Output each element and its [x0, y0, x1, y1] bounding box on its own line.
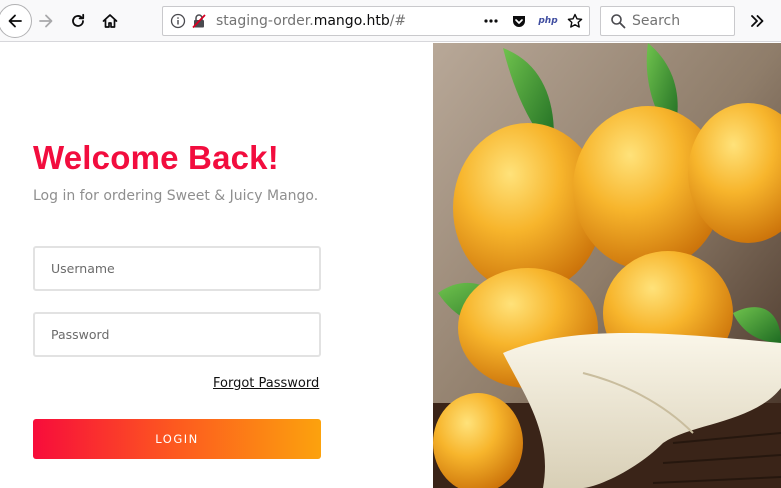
reload-button[interactable]	[63, 6, 93, 36]
info-icon[interactable]	[169, 12, 187, 30]
search-placeholder: Search	[632, 13, 681, 29]
mango-photo	[433, 43, 781, 488]
bookmark-star-icon[interactable]	[566, 12, 584, 30]
page-subtitle: Log in for ordering Sweet & Juicy Mango.	[33, 188, 319, 204]
url-bar[interactable]: staging-order.mango.htb/# php	[162, 6, 590, 36]
username-input[interactable]	[33, 246, 321, 291]
forward-button[interactable]	[31, 6, 61, 36]
insecure-lock-icon[interactable]	[190, 12, 208, 30]
page-title: Welcome Back!	[33, 139, 279, 176]
home-button[interactable]	[95, 6, 125, 36]
forgot-password-link[interactable]: Forgot Password	[213, 376, 319, 391]
search-box[interactable]: Search	[600, 6, 735, 36]
reload-icon	[72, 13, 85, 27]
back-button[interactable]	[0, 4, 32, 38]
search-icon	[609, 12, 627, 30]
php-badge-text: php	[538, 16, 558, 26]
url-prefix: staging-order.	[216, 13, 314, 29]
page-actions-icon[interactable]	[482, 12, 500, 30]
url-host: mango.htb	[313, 13, 390, 29]
back-arrow-icon	[8, 14, 22, 28]
php-extension-icon[interactable]: php	[537, 12, 559, 30]
home-icon	[102, 14, 118, 28]
password-input[interactable]	[33, 312, 321, 357]
pocket-icon[interactable]	[510, 12, 528, 30]
forward-arrow-icon	[39, 14, 53, 28]
browser-toolbar: staging-order.mango.htb/# php Search	[0, 0, 781, 42]
overflow-menu-button[interactable]	[742, 6, 772, 36]
url-text[interactable]: staging-order.mango.htb/#	[216, 13, 406, 29]
double-chevron-right-icon	[751, 15, 764, 27]
login-button[interactable]: LOGIN	[33, 419, 321, 459]
url-suffix: /#	[389, 13, 407, 29]
